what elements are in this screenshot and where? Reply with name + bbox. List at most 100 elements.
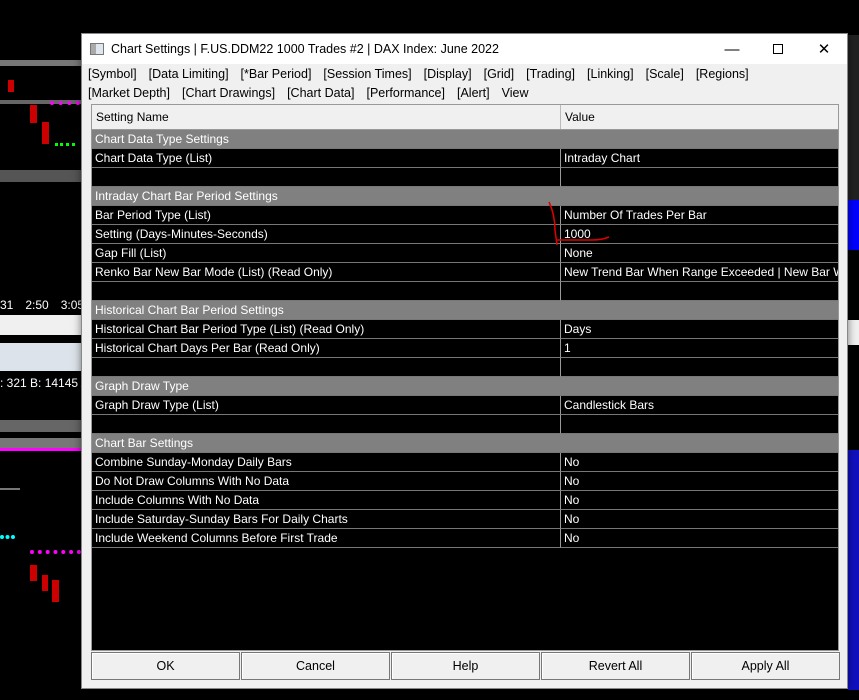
dialog-title: Chart Settings | F.US.DDM22 1000 Trades … [111, 42, 499, 56]
empty-cell [92, 415, 561, 434]
setting-row[interactable]: Gap Fill (List) None [92, 244, 838, 263]
setting-value[interactable]: Candlestick Bars [561, 396, 838, 415]
setting-name: Setting (Days-Minutes-Seconds) [92, 225, 561, 244]
section-title: Historical Chart Bar Period Settings [92, 301, 838, 320]
revert-all-button[interactable]: Revert All [541, 652, 690, 680]
empty-cell [92, 358, 561, 377]
tab-market-depth[interactable]: [Market Depth] [88, 86, 170, 100]
chart-divider [0, 315, 81, 335]
tab-chart-drawings[interactable]: [Chart Drawings] [182, 86, 275, 100]
grid-header: Setting Name Value [92, 105, 838, 130]
section-title: Chart Data Type Settings [92, 130, 838, 149]
setting-row[interactable]: Setting (Days-Minutes-Seconds) 1000 [92, 225, 838, 244]
blank-row [92, 415, 838, 434]
setting-value[interactable]: No [561, 472, 838, 491]
setting-row[interactable]: Include Weekend Columns Before First Tra… [92, 529, 838, 548]
app-icon [90, 43, 104, 55]
section-header[interactable]: Chart Bar Settings [92, 434, 838, 453]
tab-alert[interactable]: [Alert] [457, 86, 490, 100]
apply-all-button[interactable]: Apply All [691, 652, 840, 680]
settings-tabs-row1: [Symbol] [Data Limiting] [*Bar Period] [Ses… [88, 67, 761, 81]
tab-data-limiting[interactable]: [Data Limiting] [149, 67, 229, 81]
setting-value[interactable]: New Trend Bar When Range Exceeded | New … [561, 263, 838, 282]
chart-background-top [0, 0, 81, 300]
empty-cell [92, 282, 561, 301]
setting-row[interactable]: Historical Chart Bar Period Type (List) … [92, 320, 838, 339]
empty-cell [561, 358, 838, 377]
ok-button[interactable]: OK [91, 652, 240, 680]
title-bar[interactable]: Chart Settings | F.US.DDM22 1000 Trades … [82, 34, 847, 64]
setting-name: Gap Fill (List) [92, 244, 561, 263]
section-header[interactable]: Historical Chart Bar Period Settings [92, 301, 838, 320]
blank-row [92, 168, 838, 187]
column-header-setting-name[interactable]: Setting Name [92, 105, 561, 129]
tab-chart-data[interactable]: [Chart Data] [287, 86, 354, 100]
tab-symbol[interactable]: [Symbol] [88, 67, 137, 81]
setting-name: Renko Bar New Bar Mode (List) (Read Only… [92, 263, 561, 282]
setting-row[interactable]: Include Columns With No Data No [92, 491, 838, 510]
setting-name: Historical Chart Bar Period Type (List) … [92, 320, 561, 339]
tab-regions[interactable]: [Regions] [696, 67, 749, 81]
blank-row [92, 358, 838, 377]
setting-row[interactable]: Combine Sunday-Monday Daily Bars No [92, 453, 838, 472]
section-title: Chart Bar Settings [92, 434, 838, 453]
section-header[interactable]: Intraday Chart Bar Period Settings [92, 187, 838, 206]
section-title: Intraday Chart Bar Period Settings [92, 187, 838, 206]
setting-row[interactable]: Do Not Draw Columns With No Data No [92, 472, 838, 491]
setting-name: Bar Period Type (List) [92, 206, 561, 225]
settings-grid: Setting Name Value Chart Data Type Setti… [91, 104, 839, 651]
chart-background-right [848, 0, 859, 697]
setting-value[interactable]: No [561, 453, 838, 472]
setting-value[interactable]: Intraday Chart [561, 149, 838, 168]
tab-bar-period[interactable]: [*Bar Period] [241, 67, 312, 81]
tab-performance[interactable]: [Performance] [366, 86, 445, 100]
setting-value[interactable]: No [561, 529, 838, 548]
blank-row [92, 282, 838, 301]
minimize-button[interactable]: — [709, 34, 755, 64]
status-text: : 321 B: 14145 A [0, 376, 81, 390]
settings-tabs-row2: [Market Depth] [Chart Drawings] [Chart Dat… [88, 86, 541, 100]
cancel-button[interactable]: Cancel [241, 652, 390, 680]
tab-grid[interactable]: [Grid] [484, 67, 515, 81]
tab-display[interactable]: [Display] [424, 67, 472, 81]
chart-settings-dialog: Chart Settings | F.US.DDM22 1000 Trades … [81, 33, 848, 689]
setting-name: Include Columns With No Data [92, 491, 561, 510]
setting-name: Historical Chart Days Per Bar (Read Only… [92, 339, 561, 358]
maximize-button[interactable] [755, 34, 801, 64]
setting-name: Do Not Draw Columns With No Data [92, 472, 561, 491]
dialog-buttons: OK Cancel Help Revert All Apply All [91, 652, 841, 680]
tab-linking[interactable]: [Linking] [587, 67, 634, 81]
tab-trading[interactable]: [Trading] [526, 67, 575, 81]
empty-cell [561, 282, 838, 301]
setting-value[interactable]: No [561, 510, 838, 529]
setting-value[interactable]: 1 [561, 339, 838, 358]
tab-view[interactable]: View [502, 86, 529, 100]
tab-scale[interactable]: [Scale] [646, 67, 684, 81]
setting-row[interactable]: Graph Draw Type (List) Candlestick Bars [92, 396, 838, 415]
section-header[interactable]: Chart Data Type Settings [92, 130, 838, 149]
setting-name: Include Saturday-Sunday Bars For Daily C… [92, 510, 561, 529]
section-header[interactable]: Graph Draw Type [92, 377, 838, 396]
empty-cell [92, 168, 561, 187]
setting-name: Chart Data Type (List) [92, 149, 561, 168]
section-title: Graph Draw Type [92, 377, 838, 396]
help-button[interactable]: Help [391, 652, 540, 680]
setting-value[interactable]: No [561, 491, 838, 510]
setting-name: Combine Sunday-Monday Daily Bars [92, 453, 561, 472]
chart-divider [0, 343, 81, 371]
red-annotation-mark [548, 201, 610, 246]
setting-name: Include Weekend Columns Before First Tra… [92, 529, 561, 548]
setting-row[interactable]: Renko Bar New Bar Mode (List) (Read Only… [92, 263, 838, 282]
setting-name: Graph Draw Type (List) [92, 396, 561, 415]
empty-cell [561, 168, 838, 187]
setting-row[interactable]: Chart Data Type (List) Intraday Chart [92, 149, 838, 168]
column-header-value[interactable]: Value [561, 105, 595, 129]
setting-row[interactable]: Bar Period Type (List) Number Of Trades P… [92, 206, 838, 225]
setting-value[interactable]: Days [561, 320, 838, 339]
setting-row[interactable]: Historical Chart Days Per Bar (Read Only… [92, 339, 838, 358]
setting-row[interactable]: Include Saturday-Sunday Bars For Daily C… [92, 510, 838, 529]
tab-session-times[interactable]: [Session Times] [323, 67, 411, 81]
chart-background-bottom [0, 400, 81, 700]
close-button[interactable]: ✕ [801, 34, 847, 64]
empty-cell [561, 415, 838, 434]
